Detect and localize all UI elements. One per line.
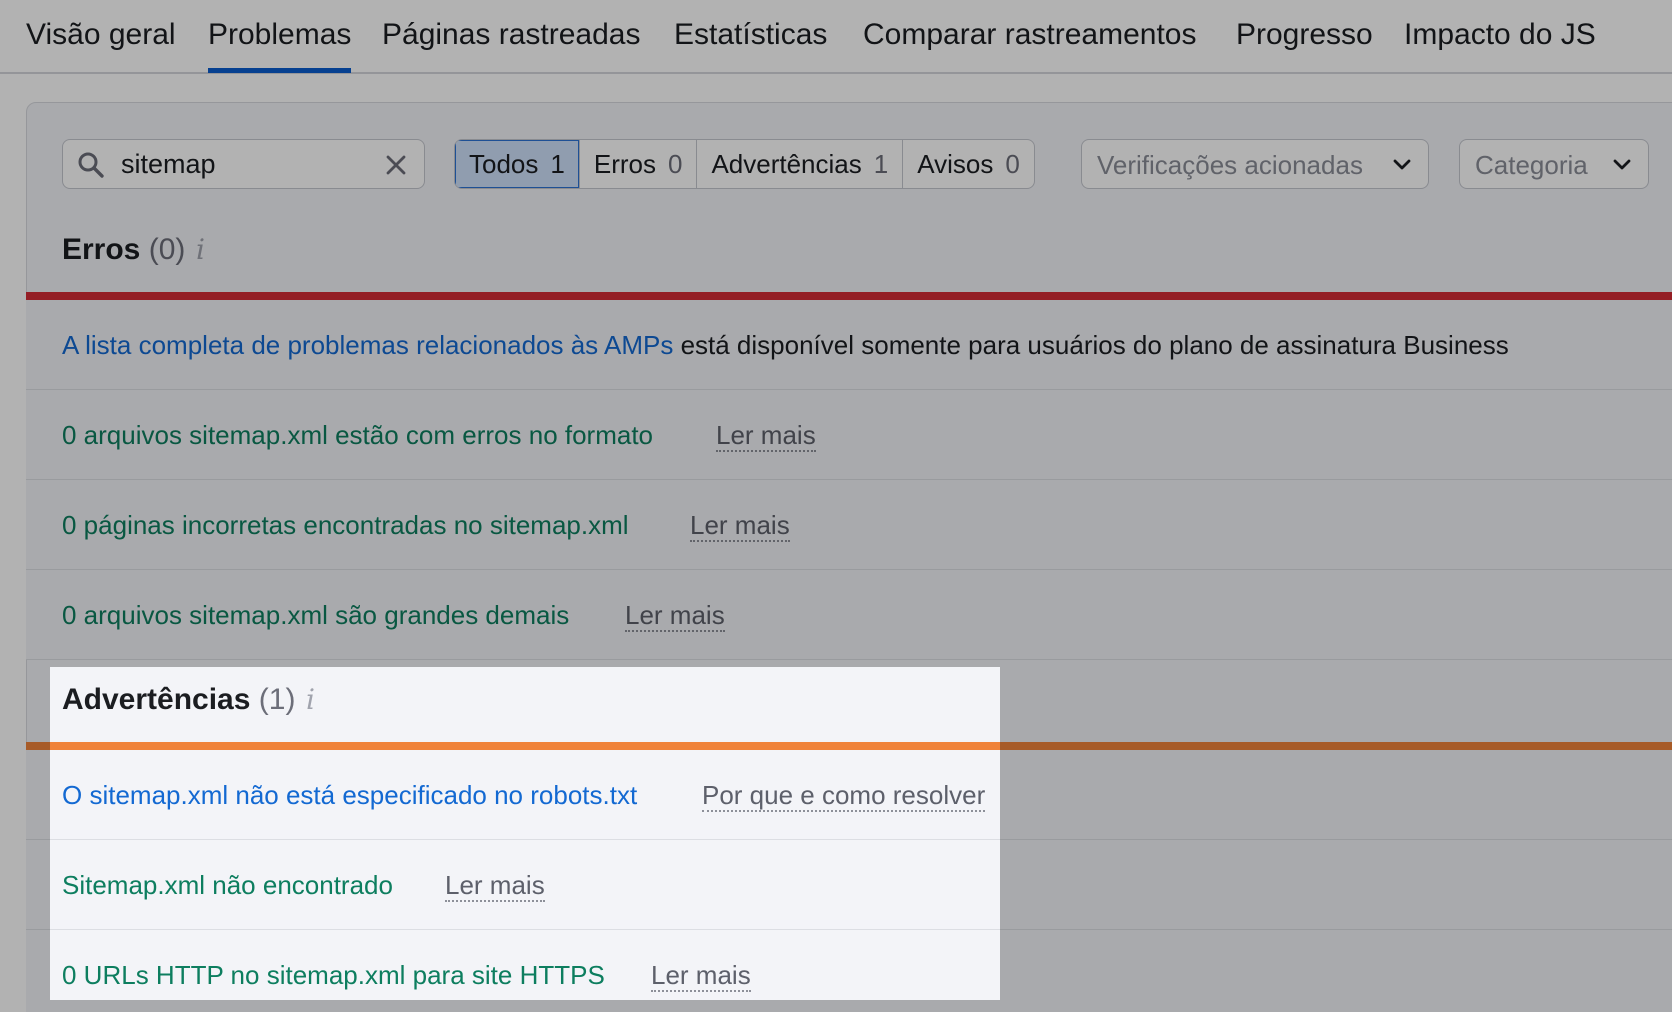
filter-label: Todos xyxy=(469,148,539,179)
amp-notice: A lista completa de problemas relacionad… xyxy=(62,330,1509,361)
tab-problemas[interactable]: Problemas xyxy=(208,18,352,73)
info-icon[interactable]: i xyxy=(196,233,205,266)
filter-erros[interactable]: Erros 0 xyxy=(580,140,698,188)
category-dropdown-label: Categoria xyxy=(1475,150,1588,180)
tab-comparar-rastreamentos[interactable]: Comparar rastreamentos xyxy=(863,18,1196,52)
tab-visao-geral[interactable]: Visão geral xyxy=(26,18,176,52)
errors-severity-bar xyxy=(26,292,1672,300)
search-box[interactable] xyxy=(62,139,425,189)
filter-label: Advertências xyxy=(711,148,862,179)
filter-count: 1 xyxy=(550,148,565,179)
amp-notice-text: está disponível somente para usuários do… xyxy=(680,330,1509,360)
chevron-down-icon xyxy=(1393,159,1411,170)
tab-progresso[interactable]: Progresso xyxy=(1236,18,1373,52)
chevron-down-icon xyxy=(1613,159,1631,170)
read-more-link[interactable]: Ler mais xyxy=(716,420,816,452)
read-more-link[interactable]: Ler mais xyxy=(445,870,545,902)
issue-row: 0 arquivos sitemap.xml são grandes demai… xyxy=(26,570,1672,660)
category-dropdown[interactable]: Categoria xyxy=(1459,139,1649,189)
issue-title[interactable]: O sitemap.xml não está especificado no r… xyxy=(62,780,637,811)
filter-avisos[interactable]: Avisos 0 xyxy=(903,140,1034,188)
issue-row: Sitemap.xml não encontrado Ler mais xyxy=(26,840,1672,930)
info-icon[interactable]: i xyxy=(306,683,315,716)
filter-count: 1 xyxy=(873,148,889,179)
issue-row: O sitemap.xml não está especificado no r… xyxy=(26,750,1672,840)
warnings-count: (1) xyxy=(258,683,296,716)
amp-notice-link[interactable]: A lista completa de problemas relacionad… xyxy=(62,330,673,360)
errors-title: Erros xyxy=(62,233,141,266)
top-tab-bar: Visão geral Problemas Páginas rastreadas… xyxy=(0,0,1672,74)
issue-row: 0 arquivos sitemap.xml estão com erros n… xyxy=(26,390,1672,480)
why-and-how-link[interactable]: Por que e como resolver xyxy=(702,780,986,812)
filter-advertencias[interactable]: Advertências 1 xyxy=(697,140,904,188)
warnings-severity-bar xyxy=(26,742,1672,750)
errors-heading: Erros (0) xyxy=(62,233,185,267)
filter-label: Erros xyxy=(593,148,656,179)
warnings-title: Advertências xyxy=(62,683,251,716)
filter-label: Avisos xyxy=(917,148,994,179)
search-icon xyxy=(78,152,104,178)
tab-impacto-do-js[interactable]: Impacto do JS xyxy=(1404,18,1596,52)
errors-count: (0) xyxy=(148,233,186,266)
tab-estatisticas[interactable]: Estatísticas xyxy=(674,18,827,52)
issue-title[interactable]: 0 arquivos sitemap.xml estão com erros n… xyxy=(62,420,653,451)
issue-title[interactable]: 0 arquivos sitemap.xml são grandes demai… xyxy=(62,600,569,631)
issue-title[interactable]: Sitemap.xml não encontrado xyxy=(62,870,393,901)
checks-dropdown[interactable]: Verificações acionadas xyxy=(1081,139,1429,189)
checks-dropdown-label: Verificações acionadas xyxy=(1097,150,1363,180)
severity-filter: Todos 1 Erros 0 Advertências 1 Avisos 0 xyxy=(454,139,1035,189)
read-more-link[interactable]: Ler mais xyxy=(690,510,790,542)
filter-todos[interactable]: Todos 1 xyxy=(455,140,580,188)
read-more-link[interactable]: Ler mais xyxy=(625,600,725,632)
filter-count: 0 xyxy=(667,148,683,179)
tab-paginas-rastreadas[interactable]: Páginas rastreadas xyxy=(382,18,641,52)
issue-row: 0 páginas incorretas encontradas no site… xyxy=(26,480,1672,570)
issue-title[interactable]: 0 páginas incorretas encontradas no site… xyxy=(62,510,629,541)
read-more-link[interactable]: Ler mais xyxy=(651,960,751,992)
close-icon[interactable] xyxy=(384,153,408,177)
issue-title[interactable]: 0 URLs HTTP no sitemap.xml para site HTT… xyxy=(62,960,605,991)
warnings-heading: Advertências (1) xyxy=(62,683,295,717)
search-input[interactable] xyxy=(121,148,361,180)
issue-row: 0 URLs HTTP no sitemap.xml para site HTT… xyxy=(26,930,1672,1012)
amp-notice-row: A lista completa de problemas relacionad… xyxy=(26,300,1672,390)
filter-count: 0 xyxy=(1005,148,1020,179)
